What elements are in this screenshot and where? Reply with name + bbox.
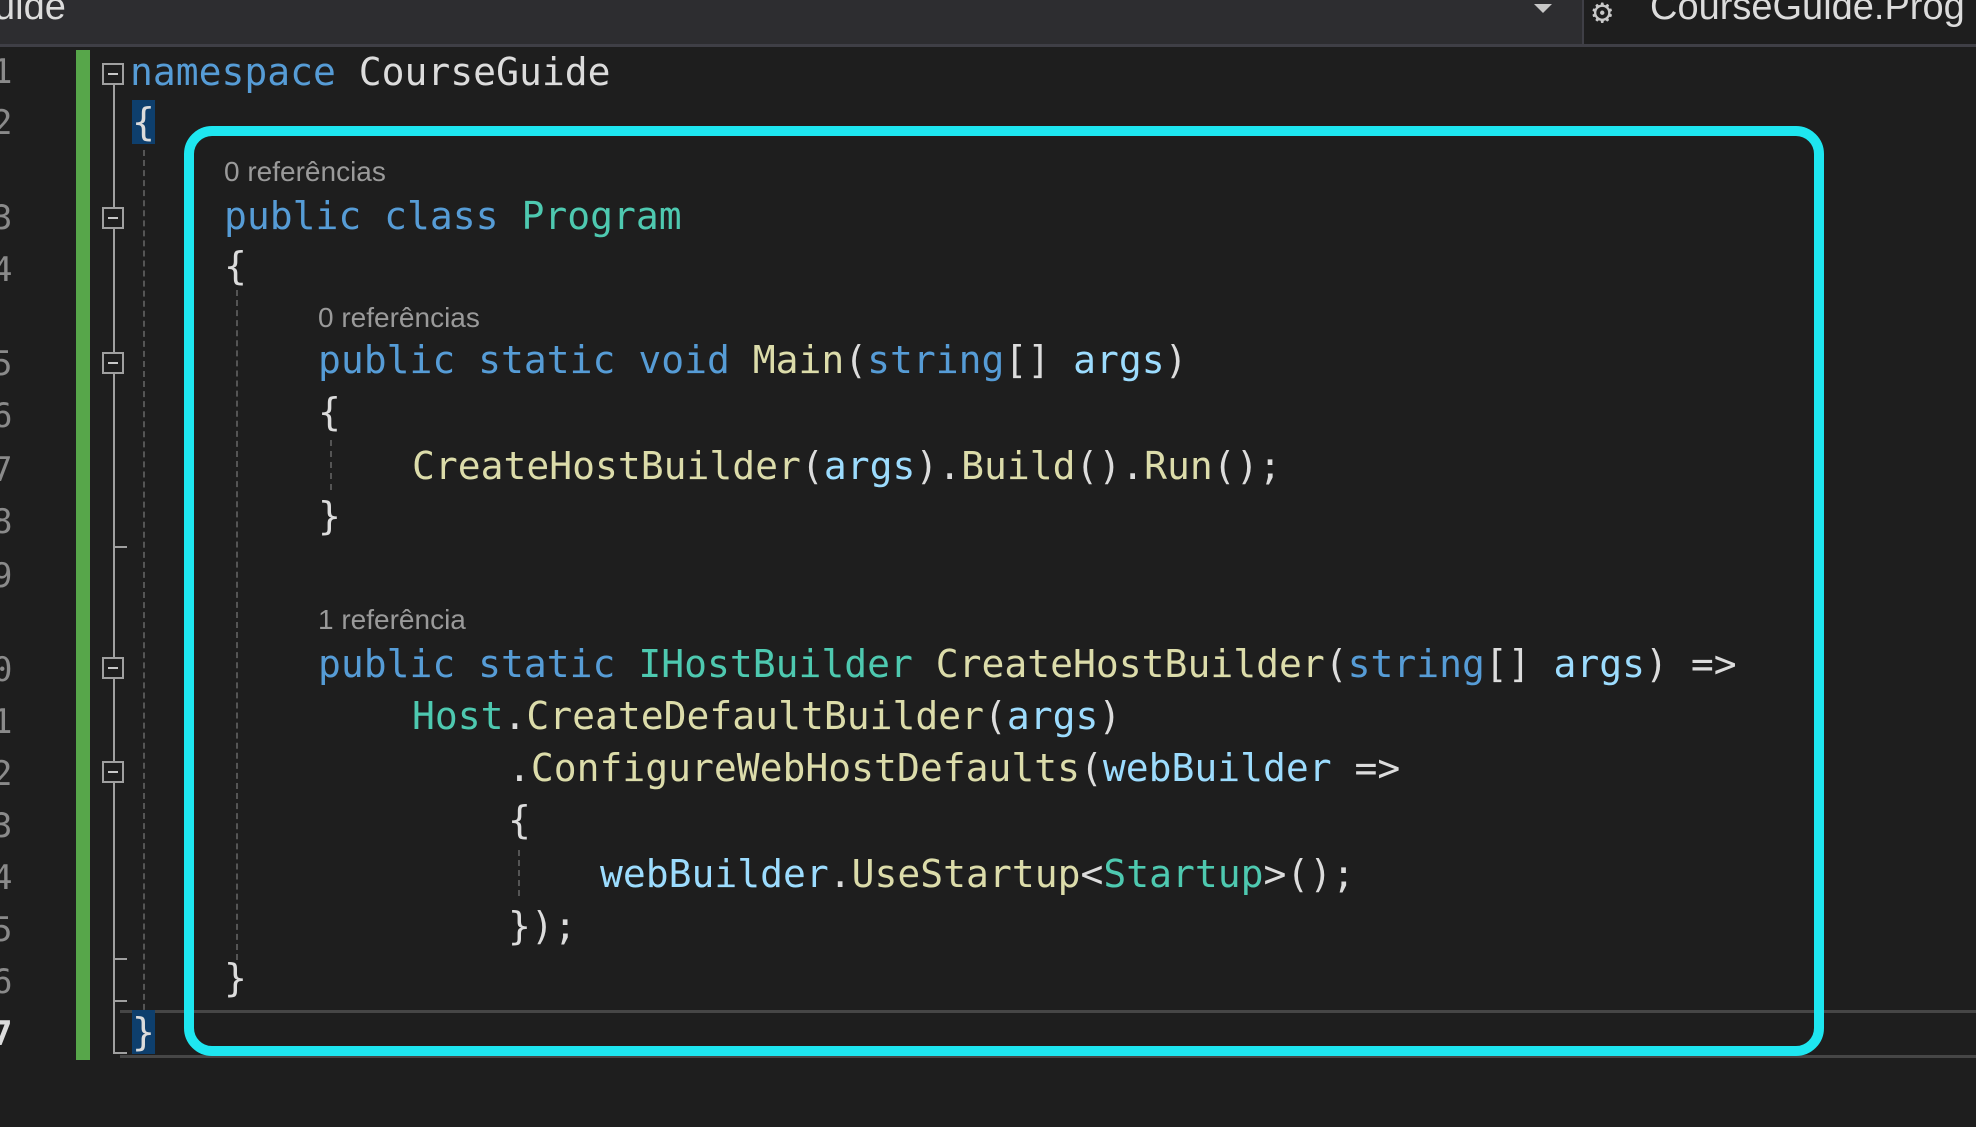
collapse-toggle-icon[interactable] xyxy=(102,761,124,783)
matched-brace: } xyxy=(132,1010,155,1054)
collapse-toggle-icon[interactable] xyxy=(102,63,124,85)
change-tracking-bar xyxy=(76,50,90,1060)
project-dropdown-label[interactable]: uide xyxy=(0,0,66,29)
line-number: 6 xyxy=(0,396,13,436)
line-number: 8 xyxy=(0,502,13,542)
keyword: namespace xyxy=(130,50,336,94)
line-number: 5 xyxy=(0,910,13,950)
fold-tick xyxy=(113,546,127,548)
member-dropdown-label[interactable]: CourseGuide.Prog xyxy=(1650,0,1965,29)
line-number: 2 xyxy=(0,754,13,794)
namespace-name: CourseGuide xyxy=(358,50,611,94)
fold-tick xyxy=(113,958,127,960)
code-line[interactable]: namespace CourseGuide xyxy=(130,50,610,94)
line-number: 7 xyxy=(0,450,13,490)
line-number: 6 xyxy=(0,962,13,1002)
line-number-current: 7 xyxy=(0,1014,13,1054)
collapse-toggle-icon[interactable] xyxy=(102,352,124,374)
line-number: 3 xyxy=(0,806,13,846)
matched-brace: { xyxy=(132,100,155,144)
code-line[interactable]: { xyxy=(132,100,155,144)
annotation-highlight-box xyxy=(184,126,1824,1056)
collapse-toggle-icon[interactable] xyxy=(102,657,124,679)
line-number: 1 xyxy=(0,702,13,742)
line-number: 5 xyxy=(0,344,13,384)
class-member-icon: ⚙ xyxy=(1592,0,1613,32)
fold-tick xyxy=(113,1000,127,1002)
line-number: 0 xyxy=(0,650,13,690)
line-number: 2 xyxy=(0,103,13,143)
line-number: 9 xyxy=(0,556,13,596)
line-number: 4 xyxy=(0,250,13,290)
indent-guide xyxy=(143,150,145,1030)
code-line[interactable]: } xyxy=(132,1010,155,1054)
line-number: 3 xyxy=(0,198,13,238)
collapse-toggle-icon[interactable] xyxy=(102,207,124,229)
line-number: 4 xyxy=(0,858,13,898)
fold-line xyxy=(113,84,115,1054)
line-number: 1 xyxy=(0,52,13,92)
editor-navigation-bar: uide ⚙ CourseGuide.Prog xyxy=(0,0,1976,47)
chevron-down-icon[interactable] xyxy=(1534,4,1552,13)
